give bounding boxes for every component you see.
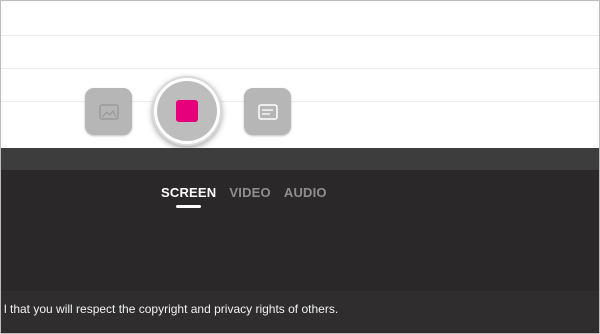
photo-button[interactable]: [85, 88, 132, 135]
stop-square-icon: [176, 100, 198, 122]
capture-mode-tabs: SCREEN VIDEO AUDIO: [161, 185, 327, 208]
record-inner-ring: [157, 81, 217, 141]
disclaimer-text: l that you will respect the copyright an…: [4, 302, 339, 316]
notes-button[interactable]: [244, 88, 291, 135]
record-stop-button[interactable]: [152, 76, 222, 146]
divider: [1, 35, 599, 36]
notes-icon: [257, 103, 278, 120]
tab-screen[interactable]: SCREEN: [161, 185, 216, 208]
tab-audio[interactable]: AUDIO: [284, 185, 327, 206]
photo-icon: [98, 103, 119, 120]
recorder-window: SCREEN VIDEO AUDIO l that you will respe…: [0, 0, 600, 334]
overlay-band: [1, 148, 599, 170]
tab-video[interactable]: VIDEO: [229, 185, 270, 206]
divider: [1, 68, 599, 69]
